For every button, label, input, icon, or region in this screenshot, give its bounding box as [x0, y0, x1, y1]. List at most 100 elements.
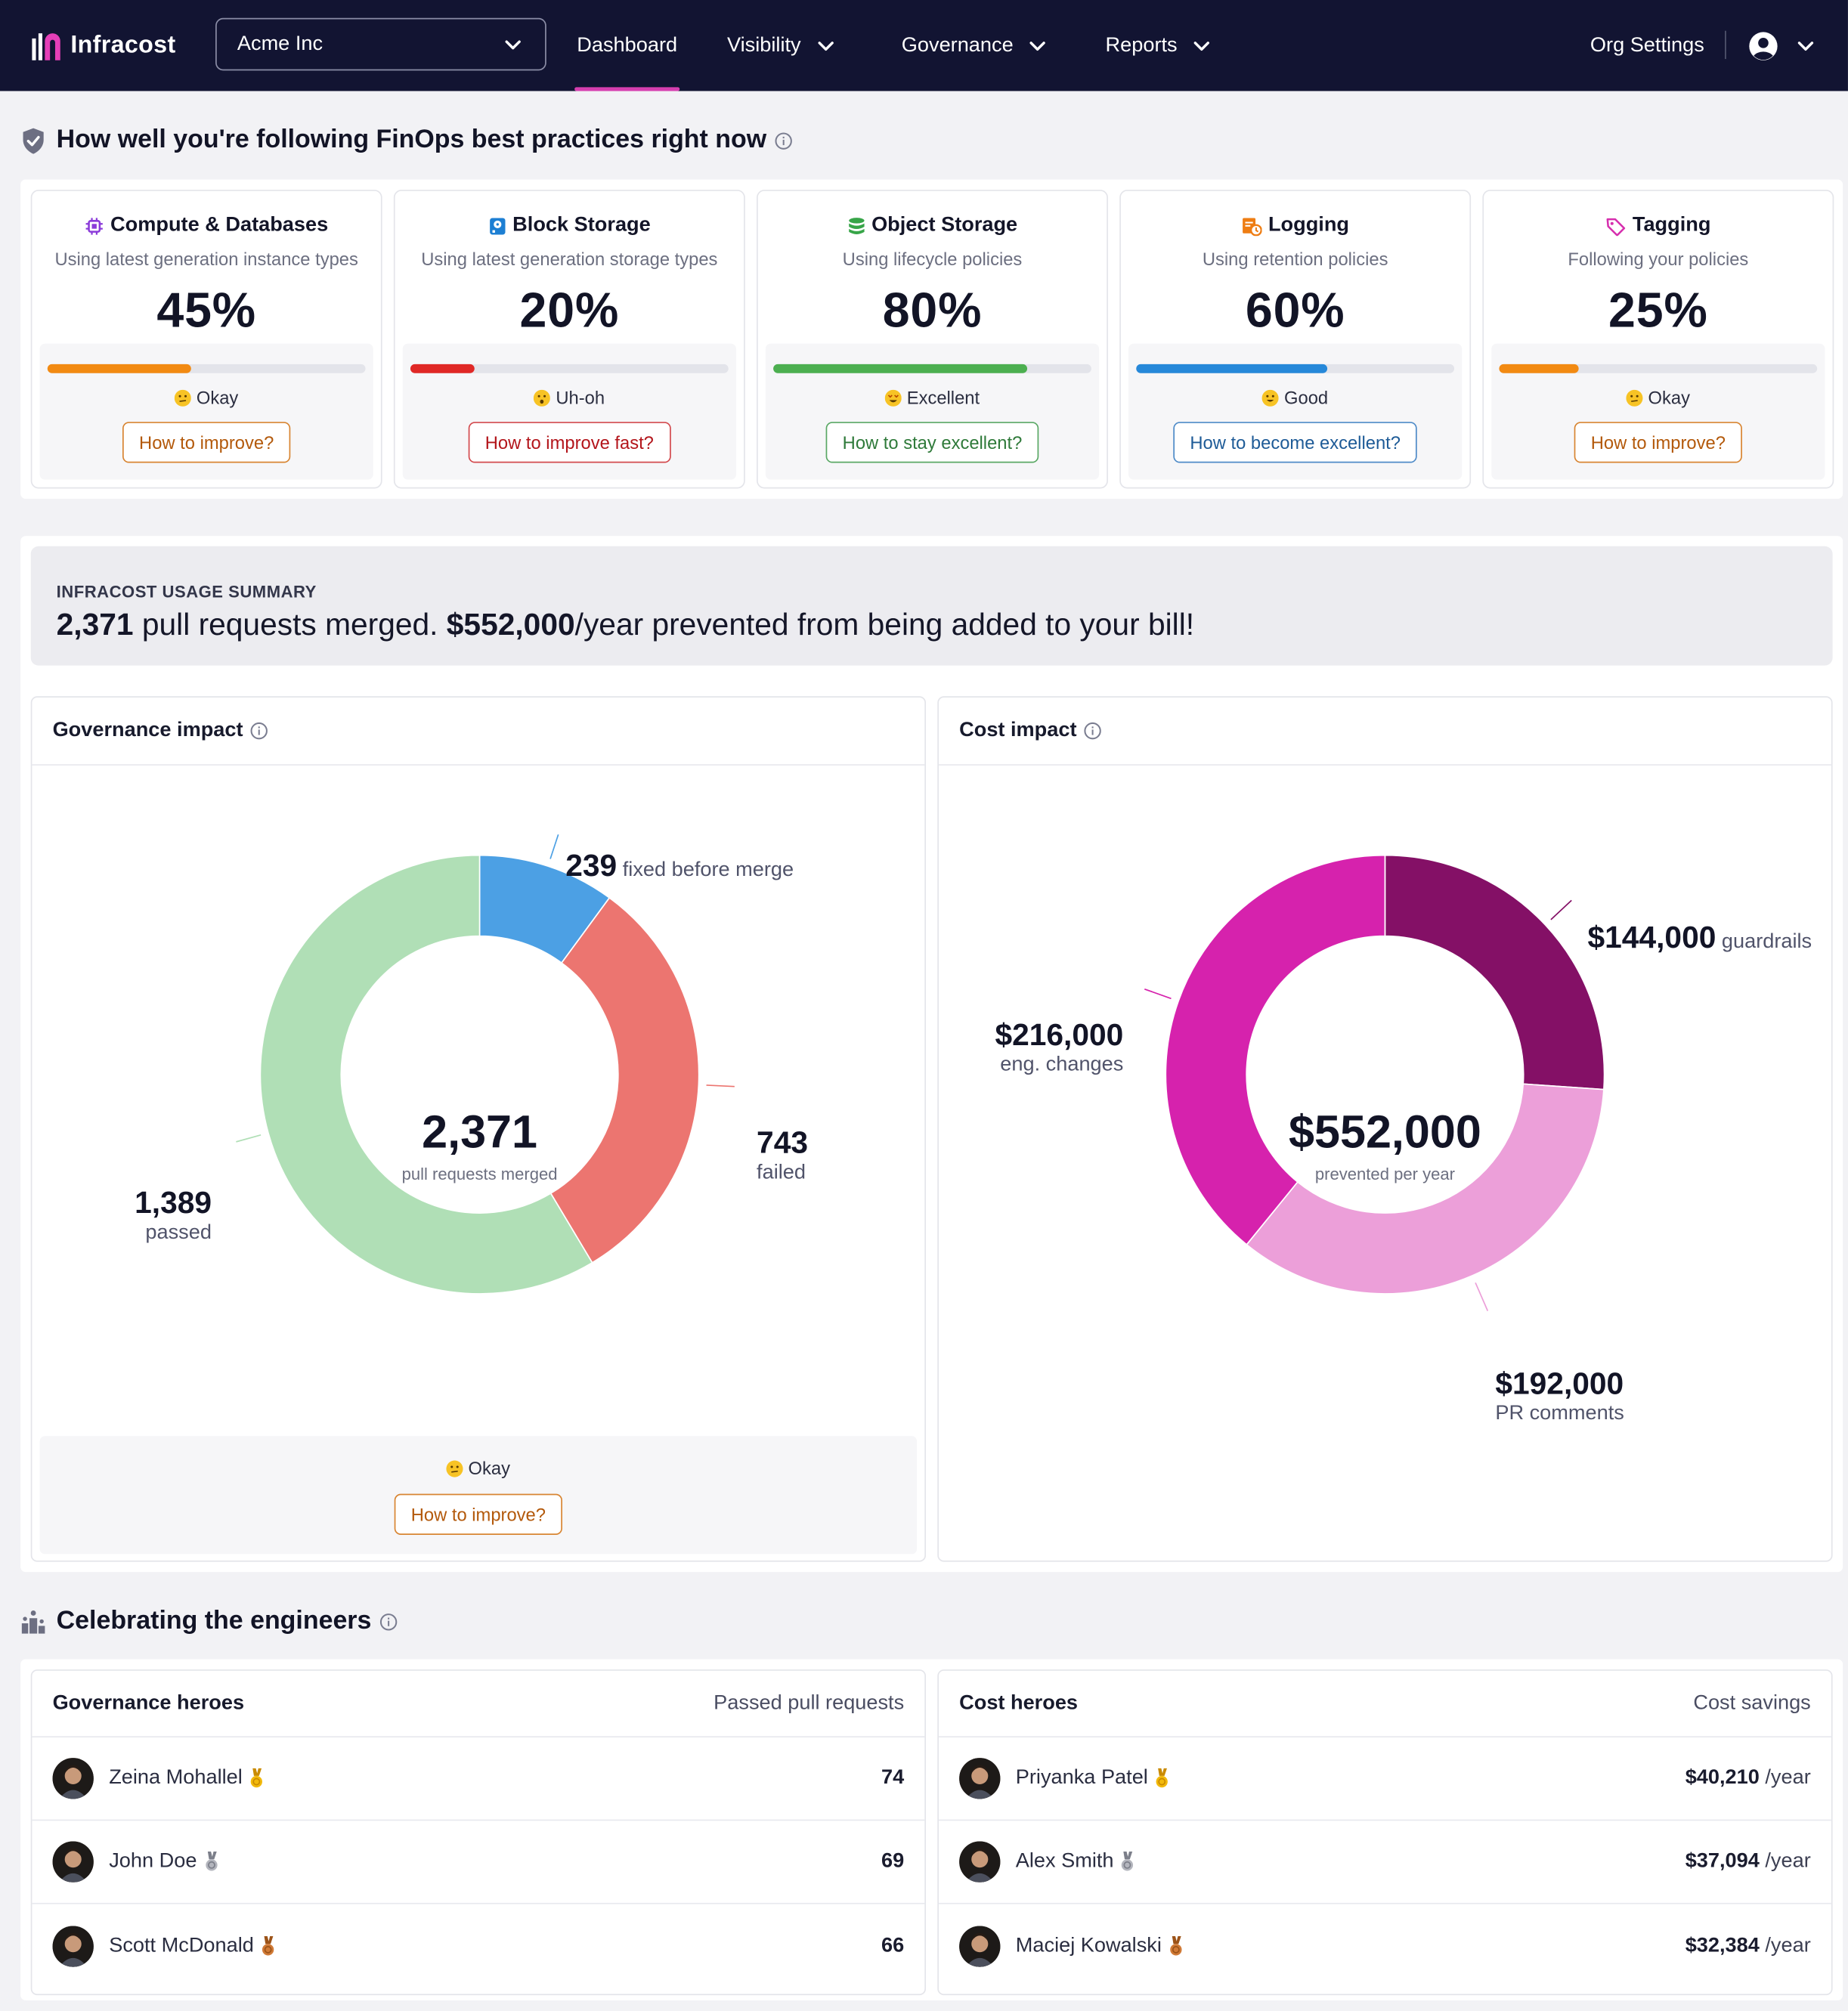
- practice-card-rating-text: Okay: [1648, 387, 1690, 408]
- practice-card-percent: 80%: [882, 284, 983, 339]
- nav-governance[interactable]: Governance: [902, 0, 1047, 91]
- progress-bar: [1136, 364, 1455, 373]
- cost-slice-guardrails[interactable]: [1384, 854, 1605, 1091]
- governance-leader-line: [706, 1084, 735, 1087]
- smiling-face-icon: [1262, 388, 1280, 407]
- best-practices-panel: Compute & Databases Using latest generat…: [20, 179, 1843, 500]
- slice-label-fixed: 239 fixed before merge: [565, 849, 794, 885]
- brand-name: Infracost: [70, 31, 176, 59]
- governance-improve-button[interactable]: How to improve?: [394, 1493, 563, 1535]
- hero-value-amount: 74: [881, 1767, 905, 1789]
- slice-text-fixed: fixed before merge: [622, 859, 794, 881]
- practice-card-rating-text: Okay: [196, 387, 239, 408]
- nav-visibility[interactable]: Visibility: [727, 0, 834, 91]
- progress-bar-fill: [410, 364, 475, 373]
- hero-row: Scott McDonald 66: [32, 1904, 924, 1988]
- user-avatar-icon: [1749, 31, 1778, 60]
- hero-name: Priyanka Patel: [1015, 1767, 1148, 1789]
- info-icon[interactable]: [1083, 722, 1101, 740]
- cost-impact-header: Cost impact: [938, 698, 1831, 766]
- chip-icon: [85, 216, 104, 235]
- slice-label-pr-comments: $192,000 PR comments: [1495, 1367, 1624, 1426]
- cost-impact-title: Cost impact: [959, 719, 1077, 741]
- org-settings-link[interactable]: Org Settings: [1590, 0, 1704, 91]
- avatar: [52, 1925, 94, 1966]
- cost-center-value: $552,000: [1289, 1105, 1481, 1159]
- governance-heroes-card: Governance heroes Passed pull requests Z…: [30, 1669, 927, 1996]
- org-selector-value: Acme Inc: [237, 32, 323, 55]
- practice-card-title-text: Tagging: [1632, 214, 1711, 237]
- practice-card-percent: 45%: [156, 284, 256, 339]
- clock-doc-icon: [1241, 216, 1262, 236]
- practice-card-improve-button[interactable]: How to improve fast?: [468, 422, 670, 463]
- usage-summary-panel: INFRACOST USAGE SUMMARY 2,371 pull reque…: [20, 536, 1843, 1573]
- hero-value-unit: /year: [1759, 1850, 1811, 1873]
- hero-row: Zeina Mohallel 74: [32, 1737, 925, 1821]
- tag-icon: [1605, 216, 1626, 236]
- practice-card-title-text: Logging: [1268, 214, 1350, 237]
- practice-card-subtitle: Using latest generation instance types: [54, 249, 358, 270]
- info-icon[interactable]: [379, 1613, 398, 1631]
- disk-icon: [488, 216, 506, 235]
- surprised-face-icon: [534, 388, 551, 407]
- org-settings-label: Org Settings: [1590, 33, 1704, 56]
- practice-card-improve-button[interactable]: How to stay excellent?: [825, 422, 1039, 463]
- nav-dashboard-label: Dashboard: [577, 33, 678, 56]
- chevron-down-icon: [1029, 41, 1046, 51]
- practice-card-block-storage: Block Storage Using latest generation st…: [393, 190, 745, 489]
- nav-reports[interactable]: Reports: [1106, 0, 1211, 91]
- info-icon[interactable]: [774, 131, 792, 150]
- org-selector[interactable]: Acme Inc: [215, 17, 546, 71]
- hero-value-unit: /year: [1759, 1934, 1811, 1957]
- governance-center-label: pull requests merged: [401, 1164, 558, 1184]
- hero-value-amount: $37,094: [1685, 1850, 1760, 1873]
- cost-heroes-metric: Cost savings: [1693, 1691, 1811, 1714]
- practice-card-title-text: Object Storage: [871, 214, 1018, 237]
- progress-bar-fill: [47, 364, 191, 373]
- nav-dashboard[interactable]: Dashboard: [574, 0, 680, 91]
- cost-center-label: prevented per year: [1314, 1164, 1456, 1184]
- chevron-down-icon: [1193, 41, 1210, 51]
- practice-card-improve-button[interactable]: How to improve?: [122, 422, 291, 463]
- user-menu[interactable]: [1748, 0, 1815, 91]
- gold-medal-icon: [249, 1768, 264, 1789]
- governance-footer: Okay How to improve?: [39, 1436, 918, 1555]
- thinking-face-icon: [446, 1459, 463, 1477]
- usage-summary-text: 2,371 pull requests merged. $552,000/yea…: [57, 608, 1194, 644]
- practice-card-rating: Okay: [1491, 387, 1825, 408]
- thinking-face-icon: [1626, 388, 1643, 407]
- info-icon[interactable]: [249, 722, 268, 740]
- hero-value: 69: [881, 1850, 904, 1873]
- practice-card-improve-button[interactable]: How to improve?: [1574, 422, 1743, 463]
- database-icon: [847, 216, 865, 235]
- governance-impact-title: Governance impact: [52, 719, 243, 741]
- chevron-down-icon: [1797, 41, 1814, 51]
- slice-label-failed: 743 failed: [757, 1126, 808, 1185]
- brand-logo[interactable]: Infracost: [31, 30, 176, 61]
- practice-card-improve-button[interactable]: How to become excellent?: [1173, 422, 1418, 463]
- governance-heroes-metric: Passed pull requests: [714, 1691, 905, 1714]
- hero-row: Priyanka Patel $40,210 /year: [938, 1737, 1831, 1821]
- progress-bar: [410, 364, 729, 373]
- pr-text: pull requests merged.: [133, 608, 447, 643]
- slice-text-pr-comments: PR comments: [1495, 1403, 1624, 1425]
- slice-value-pr-comments: $192,000: [1495, 1366, 1624, 1402]
- hero-name: John Doe: [109, 1850, 197, 1873]
- cost-slice-eng-changes[interactable]: [1165, 854, 1386, 1246]
- slice-value-eng-changes: $216,000: [995, 1018, 1124, 1053]
- practice-card-rating: Okay: [40, 387, 373, 408]
- practice-card-subtitle: Using retention policies: [1202, 249, 1388, 270]
- hero-value: $32,384 /year: [1685, 1934, 1811, 1957]
- slice-text-passed: passed: [145, 1221, 212, 1244]
- cost-leader-line: [1475, 1282, 1489, 1311]
- governance-slice-failed[interactable]: [549, 896, 700, 1264]
- practice-card-title: Compute & Databases: [32, 214, 381, 237]
- cost-heroes-header: Cost heroes Cost savings: [938, 1671, 1831, 1738]
- progress-bar-fill: [1499, 364, 1579, 373]
- bronze-medal-icon: [1168, 1935, 1183, 1956]
- hero-name: Scott McDonald: [109, 1934, 254, 1957]
- hero-value: $37,094 /year: [1685, 1850, 1811, 1873]
- slice-value-fixed: 239: [565, 849, 618, 884]
- practice-card-percent: 25%: [1608, 284, 1708, 339]
- thinking-face-icon: [175, 388, 192, 407]
